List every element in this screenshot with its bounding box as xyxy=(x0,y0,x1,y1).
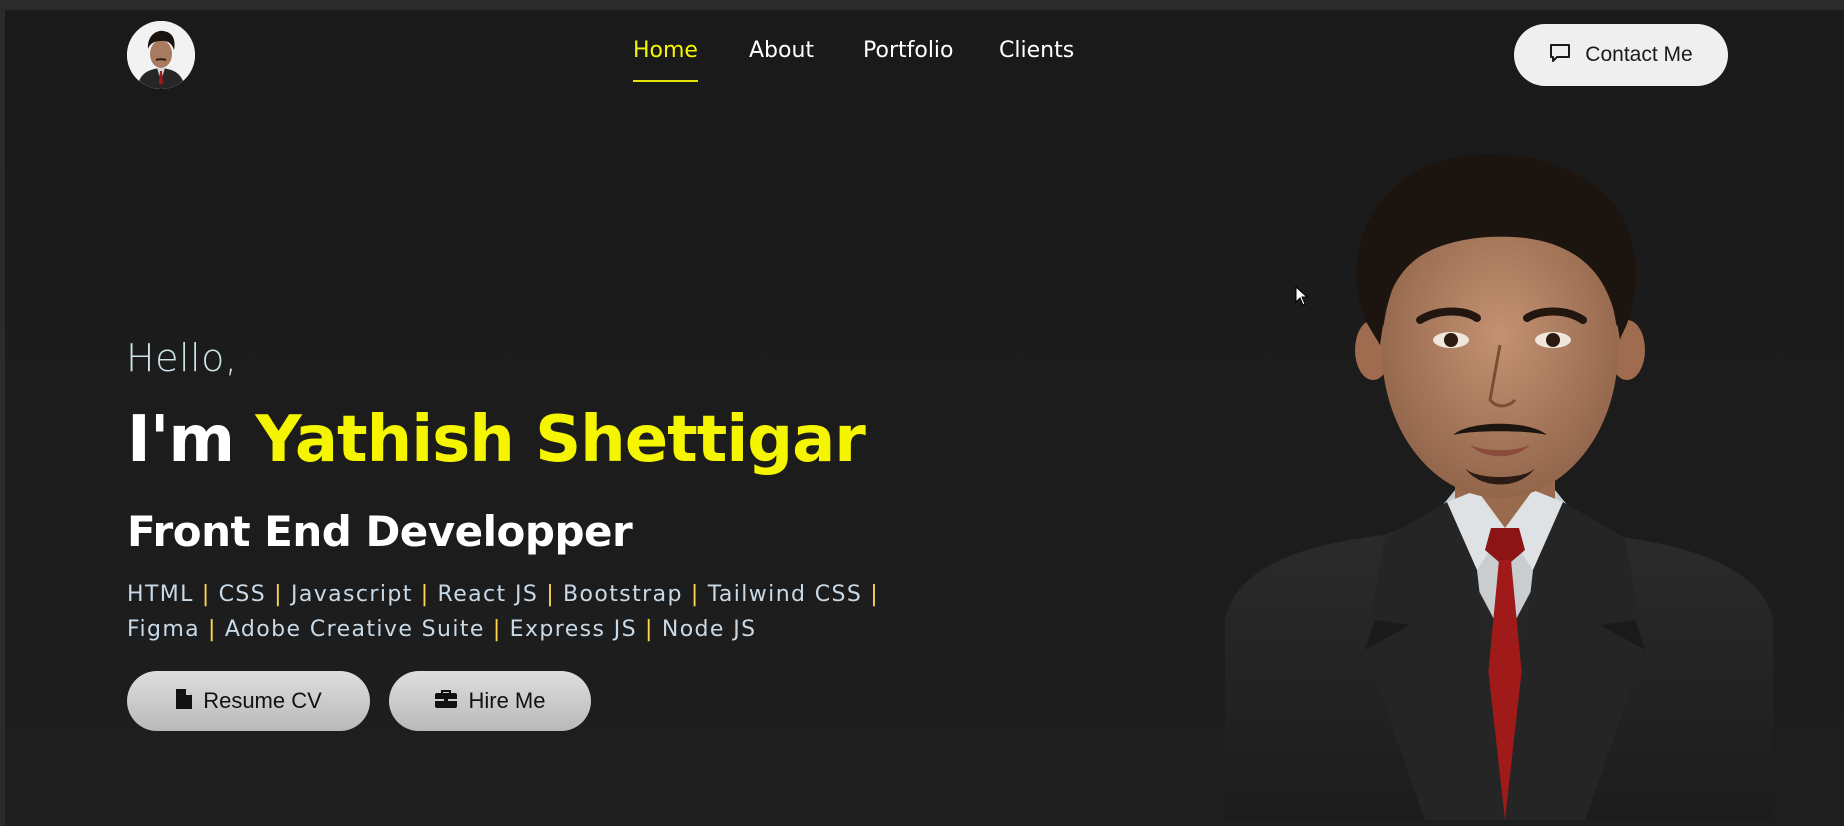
contact-me-label: Contact Me xyxy=(1585,43,1693,66)
hero-name: Yathish Shettigar xyxy=(255,403,865,477)
file-icon xyxy=(175,688,193,714)
hire-me-label: Hire Me xyxy=(468,688,546,713)
contact-me-button[interactable]: Contact Me xyxy=(1514,24,1728,86)
mouse-pointer-icon xyxy=(1295,285,1309,310)
skill-separator: | xyxy=(492,617,502,642)
skill-item: Adobe Creative Suite xyxy=(224,617,485,642)
nav-link-home[interactable]: Home xyxy=(633,38,698,82)
skill-item: Figma xyxy=(127,617,201,642)
skill-item: React JS xyxy=(437,582,539,607)
skill-separator: | xyxy=(201,582,211,607)
skill-item: HTML xyxy=(127,582,194,607)
hero-headline: I'm Yathish Shettigar xyxy=(127,403,866,477)
skill-separator: | xyxy=(208,617,217,642)
skills-list: HTML | CSS | Javascript | React JS | Bootstrap | T… xyxy=(127,577,917,647)
skill-item: Javascript xyxy=(290,582,413,607)
skill-separator: | xyxy=(690,582,700,607)
nav-link-label: Home xyxy=(633,38,698,63)
resume-cv-button[interactable]: Resume CV xyxy=(127,671,370,731)
briefcase-icon xyxy=(434,689,458,713)
skills-line-1: HTML | CSS | Javascript | React JS | Bootstrap | T… xyxy=(127,577,917,612)
page: Home About Portfolio Clients Contact Me … xyxy=(5,10,1844,826)
skill-separator: | xyxy=(546,582,556,607)
skill-separator: | xyxy=(870,582,880,607)
skill-item: Node JS xyxy=(661,617,757,642)
hero-role: Front End Developper xyxy=(127,507,633,556)
nav-link-portfolio[interactable]: Portfolio xyxy=(863,38,954,63)
profile-avatar[interactable] xyxy=(127,21,195,89)
skill-item: CSS xyxy=(218,582,267,607)
greeting: Hello, xyxy=(126,336,238,380)
hire-me-button[interactable]: Hire Me xyxy=(389,671,591,731)
active-underline xyxy=(633,80,698,82)
profile-portrait xyxy=(1215,150,1785,820)
skill-item: Tailwind CSS xyxy=(707,582,863,607)
resume-cv-label: Resume CV xyxy=(203,688,322,713)
skill-separator: | xyxy=(420,582,430,607)
skill-separator: | xyxy=(645,617,654,642)
skill-item: Express JS xyxy=(509,617,638,642)
nav-link-clients[interactable]: Clients xyxy=(999,38,1074,63)
nav-link-about[interactable]: About xyxy=(749,38,814,63)
chat-bubble-icon xyxy=(1549,42,1571,68)
skill-item: Bootstrap xyxy=(563,582,683,607)
intro-text: I'm xyxy=(127,403,235,477)
skills-line-2: Figma | Adobe Creative Suite | Express JS | No… xyxy=(127,612,917,647)
skill-separator: | xyxy=(274,582,283,607)
